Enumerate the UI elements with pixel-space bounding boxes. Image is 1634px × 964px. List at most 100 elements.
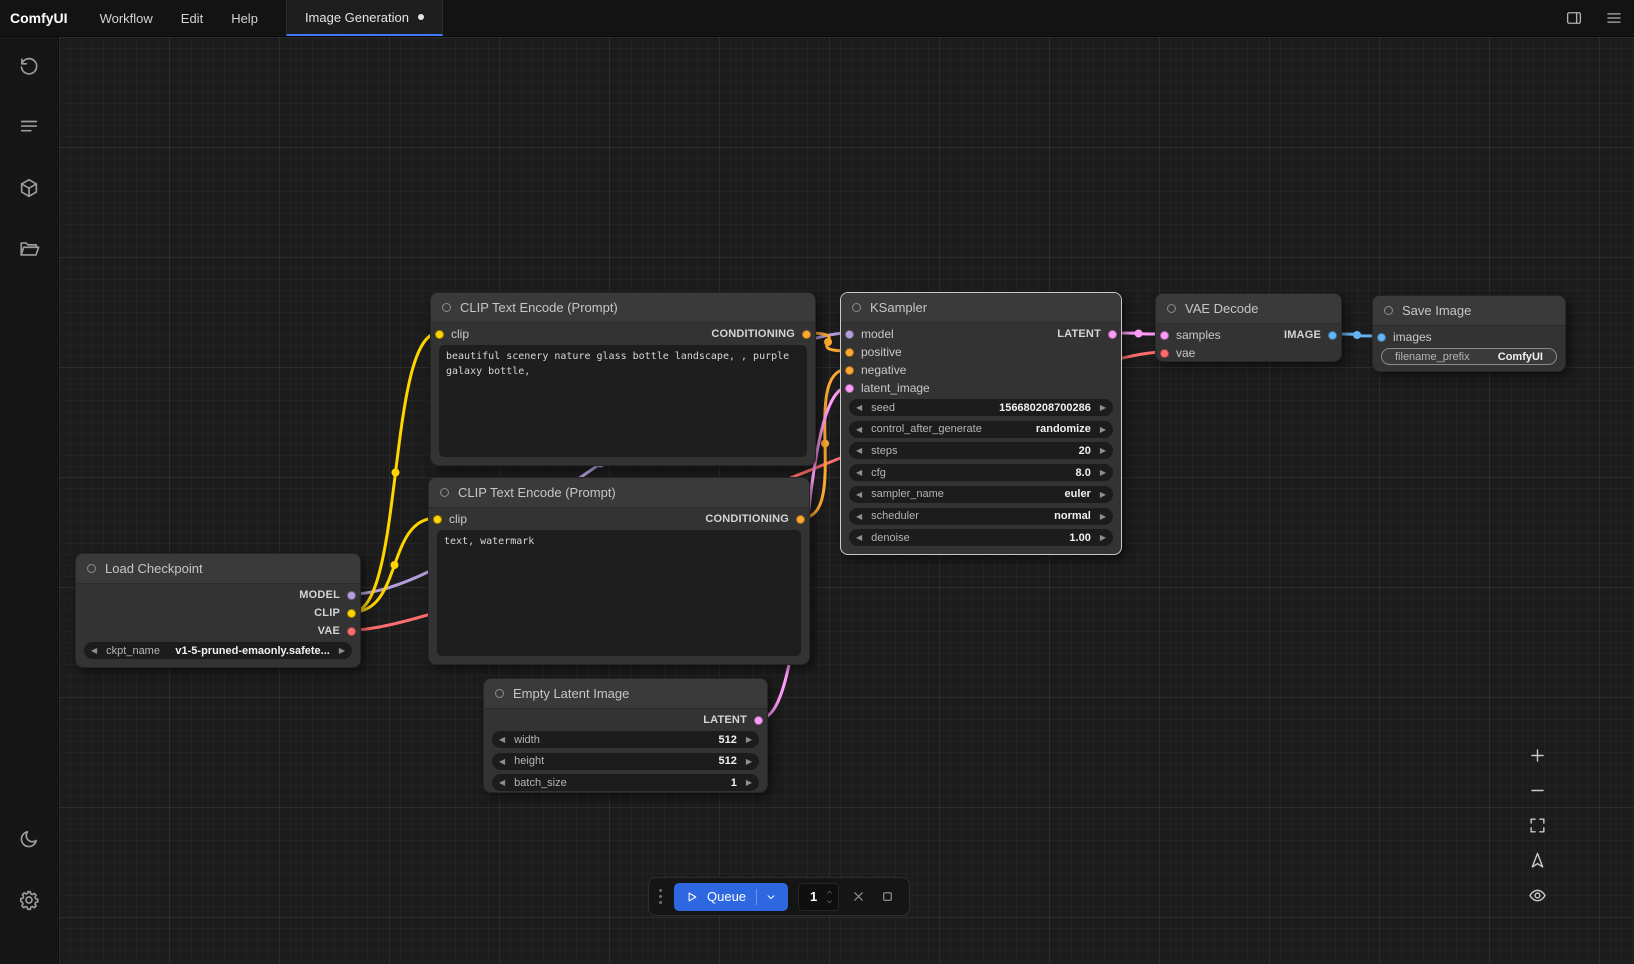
node-library-icon[interactable] [17,176,41,200]
zoom-in-icon[interactable] [1524,744,1550,767]
input-dot[interactable] [1160,349,1169,358]
input-slot-samples[interactable]: samples [1160,326,1221,344]
widget-steps[interactable]: ◀steps20▶ [849,442,1113,459]
fit-view-icon[interactable] [1524,814,1550,837]
decrement-arrow-icon[interactable]: ◀ [856,486,862,503]
input-dot[interactable] [845,366,854,375]
increment-arrow-icon[interactable]: ▶ [1100,486,1106,503]
output-dot[interactable] [754,716,763,725]
collapse-dot[interactable] [440,488,449,497]
decrement-arrow-icon[interactable]: ◀ [91,642,97,659]
decrement-arrow-icon[interactable]: ◀ [856,529,862,546]
node-save_image[interactable]: Save Imageimagesfilename_prefixComfyUI [1372,295,1566,372]
node-title-bar[interactable]: CLIP Text Encode (Prompt) [431,293,815,323]
output-dot[interactable] [347,591,356,600]
increment-arrow-icon[interactable]: ▶ [746,731,752,748]
batch-count-value[interactable]: 1 [810,889,817,904]
decrement-arrow-icon[interactable]: ◀ [856,399,862,416]
increment-arrow-icon[interactable]: ▶ [1100,442,1106,459]
output-slot-LATENT[interactable]: LATENT [703,711,763,729]
step-down-icon[interactable] [825,898,834,905]
history-icon[interactable] [17,54,41,78]
increment-arrow-icon[interactable]: ▶ [339,642,345,659]
output-dot[interactable] [1328,331,1337,340]
widget-value[interactable]: 20 [1079,445,1091,457]
toggle-visibility-eye-icon[interactable] [1524,884,1550,907]
input-dot[interactable] [435,330,444,339]
widget-value[interactable]: 1 [731,777,737,789]
tab-image-generation[interactable]: Image Generation [286,0,443,36]
input-slot-latent_image[interactable]: latent_image [845,379,930,397]
output-dot[interactable] [1108,330,1117,339]
output-slot-CLIP[interactable]: CLIP [314,604,356,622]
decrement-arrow-icon[interactable]: ◀ [499,753,505,770]
collapse-dot[interactable] [1384,306,1393,315]
widget-scheduler[interactable]: ◀schedulernormal▶ [849,508,1113,525]
queue-list-icon[interactable] [17,115,41,139]
increment-arrow-icon[interactable]: ▶ [746,753,752,770]
collapse-dot[interactable] [87,564,96,573]
node-ksampler[interactable]: KSamplermodelpositivenegativelatent_imag… [840,292,1122,555]
collapse-dot[interactable] [495,689,504,698]
widget-value[interactable]: 156680208700286 [999,402,1091,414]
input-slot-vae[interactable]: vae [1160,344,1195,362]
input-slot-model[interactable]: model [845,325,894,343]
widget-filename_prefix[interactable]: filename_prefixComfyUI [1381,348,1557,365]
node-load_checkpoint[interactable]: Load CheckpointMODELCLIPVAE◀ckpt_namev1-… [75,553,361,668]
output-slot-VAE[interactable]: VAE [318,622,356,640]
widget-width[interactable]: ◀width512▶ [492,731,759,748]
widget-value[interactable]: randomize [1036,423,1091,435]
increment-arrow-icon[interactable]: ▶ [1100,399,1106,416]
output-dot[interactable] [347,609,356,618]
input-slot-clip[interactable]: clip [433,510,467,528]
widget-sampler_name[interactable]: ◀sampler_nameeuler▶ [849,486,1113,503]
menu-help[interactable]: Help [217,0,272,36]
stop-button[interactable] [878,889,897,904]
node-title-bar[interactable]: VAE Decode [1156,294,1341,324]
workflows-folder-icon[interactable] [17,237,41,261]
output-slot-LATENT[interactable]: LATENT [1057,325,1117,343]
batch-count-stepper[interactable]: 1 [798,883,839,911]
widget-batch_size[interactable]: ◀batch_size1▶ [492,774,759,791]
node-clip_negative[interactable]: CLIP Text Encode (Prompt)clipCONDITIONIN… [428,477,810,665]
hamburger-menu-icon[interactable] [1594,0,1634,36]
collapse-dot[interactable] [442,303,451,312]
input-slot-clip[interactable]: clip [435,325,469,343]
settings-gear-icon[interactable] [17,888,41,912]
input-slot-images[interactable]: images [1377,328,1432,346]
node-title-bar[interactable]: Empty Latent Image [484,679,767,709]
node-vae_decode[interactable]: VAE Decode samplesvae IMAGE [1155,293,1342,362]
increment-arrow-icon[interactable]: ▶ [1100,464,1106,481]
increment-arrow-icon[interactable]: ▶ [1100,508,1106,525]
prompt-textarea[interactable]: text, watermark [437,530,801,656]
widget-height[interactable]: ◀height512▶ [492,753,759,770]
decrement-arrow-icon[interactable]: ◀ [856,442,862,459]
output-dot[interactable] [802,330,811,339]
chevron-down-icon[interactable] [765,891,777,903]
widget-ckpt_name[interactable]: ◀ckpt_namev1-5-pruned-emaonly.safete...▶ [84,642,352,659]
input-dot[interactable] [1377,333,1386,342]
decrement-arrow-icon[interactable]: ◀ [856,508,862,525]
increment-arrow-icon[interactable]: ▶ [1100,529,1106,546]
output-dot[interactable] [796,515,805,524]
output-slot-IMAGE[interactable]: IMAGE [1284,326,1337,344]
queue-button[interactable]: Queue [674,883,788,911]
widget-value[interactable]: 512 [718,755,736,767]
input-dot[interactable] [845,384,854,393]
output-slot-MODEL[interactable]: MODEL [299,586,356,604]
widget-value[interactable]: 1.00 [1069,532,1090,544]
widget-denoise[interactable]: ◀denoise1.00▶ [849,529,1113,546]
widget-control_after_generate[interactable]: ◀control_after_generaterandomize▶ [849,421,1113,438]
decrement-arrow-icon[interactable]: ◀ [856,421,862,438]
zoom-out-icon[interactable] [1524,779,1550,802]
theme-moon-icon[interactable] [17,827,41,851]
output-slot-CONDITIONING[interactable]: CONDITIONING [711,325,811,343]
step-up-icon[interactable] [825,889,834,896]
prompt-textarea[interactable]: beautiful scenery nature glass bottle la… [439,345,807,457]
output-slot-CONDITIONING[interactable]: CONDITIONING [705,510,805,528]
widget-value[interactable]: 512 [718,734,736,746]
menu-edit[interactable]: Edit [167,0,217,36]
node-empty_latent[interactable]: Empty Latent ImageLATENT◀width512▶◀heigh… [483,678,768,793]
collapse-dot[interactable] [1167,304,1176,313]
drag-handle-icon[interactable] [657,889,664,904]
